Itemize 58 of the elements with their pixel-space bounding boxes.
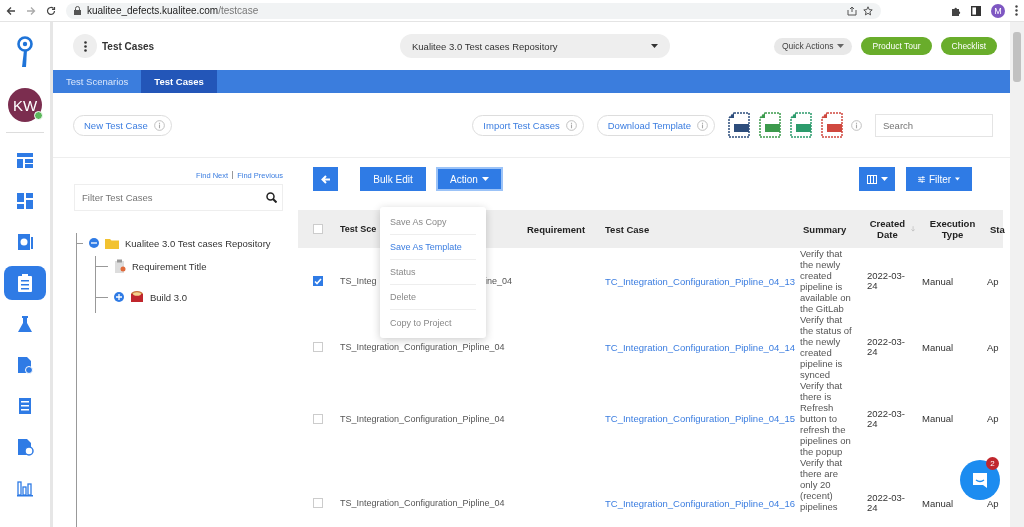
table-cell-text: Verify that the newly created pipeline is available on the GitLab: [800, 248, 852, 314]
menu-item[interactable]: Copy to Project: [390, 310, 476, 335]
table-cell: Ap: [987, 413, 999, 424]
new-test-case-button[interactable]: New Test Case: [73, 114, 172, 136]
checklist-button[interactable]: Checklist: [940, 37, 997, 55]
table-cell: Manual: [922, 413, 954, 424]
table-cell: TS_Integ: [340, 276, 377, 286]
table-cell-text: Verify that there is Refresh button to refresh the pipelines on the popup: [800, 380, 852, 457]
table-cell: TS_Integration_Configuration_Pipline_04: [340, 342, 505, 352]
table-cell-text: Verify that the status of the newly created pipeline is synced: [800, 314, 853, 380]
table-cell: TS_Integration_Configuration_Pipline_04: [340, 498, 505, 508]
tree-node-label[interactable]: Kualitee 3.0 Test cases Repository: [125, 237, 271, 249]
tree-node-label[interactable]: Build 3.0: [150, 291, 187, 303]
product-tour-button[interactable]: Product Tour: [861, 37, 932, 55]
menu-item[interactable]: Status: [390, 260, 476, 285]
quick-actions-button[interactable]: Quick Actions: [773, 37, 853, 55]
import-test-cases-button[interactable]: Import Test Cases: [472, 114, 584, 136]
test-case-link[interactable]: TC_Integration_Configuration_Pipline_04_16: [605, 497, 796, 509]
page-title: Test Cases: [102, 40, 155, 52]
table-cell: 2022-03-24: [867, 337, 907, 357]
bulk-edit-button[interactable]: Bulk Edit: [360, 167, 426, 191]
test-case-link[interactable]: TC_Integration_Configuration_Pipline_04_14: [605, 341, 796, 353]
tab[interactable]: Test Scenarios: [53, 70, 142, 93]
table-cell: 2022-03-24: [867, 271, 907, 291]
profile-avatar[interactable]: M: [991, 3, 1005, 18]
table-cell: 2022-03-24: [867, 493, 907, 513]
notification-badge: 2: [986, 457, 999, 470]
table-cell: Manual: [922, 275, 954, 287]
table-cell: Manual: [922, 497, 954, 509]
column-header[interactable]: Test Case: [598, 210, 796, 248]
column-header[interactable]: Summary: [796, 210, 860, 248]
table-cell: ine_04: [484, 276, 512, 286]
column-header[interactable]: Sta: [983, 210, 1003, 248]
filter-field[interactable]: Filter Test Cases: [74, 184, 283, 211]
column-header[interactable]: Requirement: [520, 210, 598, 248]
filter-button[interactable]: Filter: [906, 167, 972, 191]
column-header[interactable]: Execution Type: [915, 210, 983, 248]
test-case-link[interactable]: TC_Integration_Configuration_Pipline_04_13: [605, 275, 796, 287]
user-avatar[interactable]: KW: [8, 88, 42, 122]
table-cell: 2022-03-24: [867, 408, 907, 429]
table-cell: Ap: [987, 497, 999, 509]
test-case-link[interactable]: TC_Integration_Configuration_Pipline_04_15: [605, 413, 796, 424]
table-cell: Ap: [987, 275, 999, 287]
column-header[interactable]: Created Date: [860, 210, 915, 248]
download-template-button[interactable]: Download Template: [596, 114, 715, 136]
menu-item[interactable]: Delete: [390, 285, 476, 310]
table-cell-text: Verify that there are only 20 (recent) pipelines: [800, 457, 844, 512]
menu-item[interactable]: Save As Copy: [390, 210, 476, 235]
tab[interactable]: Test Cases: [141, 70, 217, 93]
project-dropdown[interactable]: Kualitee 3.0 Test cases Repository: [400, 34, 670, 58]
table-cell: TS_Integration_Configuration_Pipline_04: [340, 413, 505, 424]
table-cell: Manual: [922, 341, 954, 353]
tree-node-label[interactable]: Requirement Title: [132, 260, 207, 272]
search-field[interactable]: Search: [875, 113, 993, 137]
action-button[interactable]: Action: [436, 167, 503, 191]
address-bar[interactable]: kualitee_defects.kualitee.com/testcase: [66, 2, 881, 19]
table-cell: Ap: [987, 341, 999, 353]
menu-item[interactable]: Save As Template: [390, 235, 476, 260]
